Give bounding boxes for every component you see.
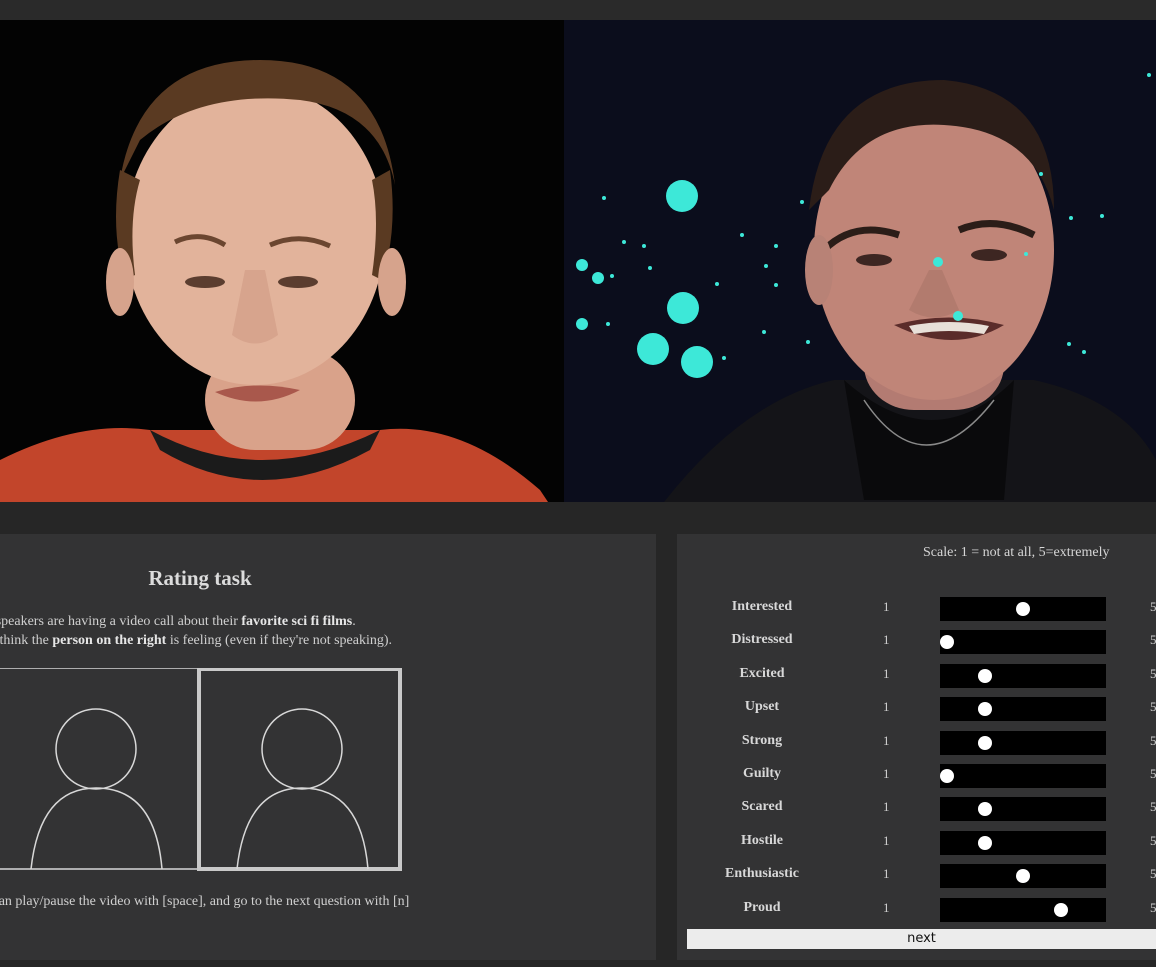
rating-slider[interactable]	[940, 597, 1106, 621]
scale-min-label: 1	[883, 832, 890, 848]
keyboard-instructions: u can play/pause the video with [space],…	[0, 894, 410, 909]
rating-label: Excited	[739, 665, 785, 681]
rating-label: Guilty	[742, 766, 782, 781]
rating-row-enthusiastic: Enthusiastic 1 5	[677, 864, 1156, 889]
scale-min-label: 1	[883, 599, 890, 614]
speaker-layout-diagram	[0, 667, 410, 878]
video-right[interactable]	[564, 20, 1156, 502]
scale-min-label: 1	[883, 665, 890, 681]
rating-row-proud: Proud 1 5	[677, 897, 1156, 922]
slider-handle[interactable]	[940, 635, 954, 650]
slider-handle[interactable]	[1016, 602, 1030, 616]
scale-min-label: 1	[883, 732, 890, 748]
rating-slider[interactable]	[940, 630, 1106, 655]
rating-slider[interactable]	[940, 663, 1106, 688]
rating-label: Distressed	[731, 632, 793, 648]
slider-handle[interactable]	[978, 668, 992, 683]
scale-min-label: 1	[883, 699, 890, 715]
left-person-icon	[0, 667, 197, 870]
slider-handle[interactable]	[978, 735, 992, 750]
rating-slider[interactable]	[940, 830, 1106, 855]
rating-panel: Scale: 1 = not at all, 5=extremely Inter…	[677, 534, 1156, 960]
rating-label: Hostile	[741, 832, 783, 848]
task-description-line-1: e speakers are having a video call about…	[0, 614, 356, 629]
rating-row-hostile: Hostile 1 5	[677, 830, 1156, 855]
scale-min-label: 1	[883, 766, 890, 781]
rating-slider[interactable]	[940, 697, 1106, 722]
rating-label: Upset	[744, 699, 780, 715]
task-panel: Rating task e speakers are having a vide…	[0, 534, 656, 960]
scale-min-label: 1	[883, 632, 890, 648]
scale-max-label: 5	[1150, 799, 1156, 815]
rating-row-upset: Upset 1 5	[677, 697, 1156, 722]
video-left[interactable]	[0, 20, 564, 502]
scale-max-label: 5	[1150, 732, 1156, 748]
rating-slider[interactable]	[940, 764, 1106, 788]
rating-slider[interactable]	[940, 897, 1106, 922]
scale-max-label: 5	[1150, 665, 1156, 681]
scale-max-label: 5	[1150, 832, 1156, 848]
rating-slider[interactable]	[940, 797, 1106, 822]
rating-row-excited: Excited 1 5	[677, 663, 1156, 688]
scale-min-label: 1	[883, 799, 890, 815]
rating-row-scared: Scared 1 5	[677, 797, 1156, 822]
rating-slider[interactable]	[940, 864, 1106, 889]
slider-handle[interactable]	[1016, 869, 1030, 884]
scale-max-label: 5	[1150, 632, 1156, 648]
scale-max-label: 5	[1150, 866, 1156, 882]
rating-label: Scared	[741, 799, 783, 815]
rating-row-strong: Strong 1 5	[677, 730, 1156, 755]
rating-row-distressed: Distressed 1 5	[677, 630, 1156, 655]
scale-max-label: 5	[1150, 599, 1156, 614]
scale-max-label: 5	[1150, 766, 1156, 781]
rating-label: Enthusiastic	[725, 866, 799, 882]
rating-row-guilty: Guilty 1 5	[677, 764, 1156, 788]
slider-handle[interactable]	[978, 835, 992, 850]
task-title: Rating task	[148, 566, 252, 590]
slider-handle[interactable]	[1054, 902, 1068, 917]
scale-max-label: 5	[1150, 699, 1156, 715]
scale-max-label: 5	[1150, 899, 1156, 915]
rating-label: Interested	[731, 599, 793, 614]
slider-handle[interactable]	[978, 702, 992, 717]
top-bar	[0, 0, 1156, 20]
scale-note: Scale: 1 = not at all, 5=extremely	[923, 545, 1110, 560]
scale-min-label: 1	[883, 899, 890, 915]
scale-min-label: 1	[883, 866, 890, 882]
rating-slider[interactable]	[940, 730, 1106, 755]
task-description-line-2: ou think the person on the right is feel…	[0, 633, 393, 648]
rating-label: Strong	[741, 732, 783, 748]
rating-label: Proud	[743, 899, 781, 915]
right-person-icon-highlighted	[197, 667, 402, 871]
slider-handle[interactable]	[978, 802, 992, 817]
slider-handle[interactable]	[940, 769, 954, 783]
next-button[interactable]: next	[687, 929, 1156, 949]
rating-row-interested: Interested 1 5	[677, 597, 1156, 621]
